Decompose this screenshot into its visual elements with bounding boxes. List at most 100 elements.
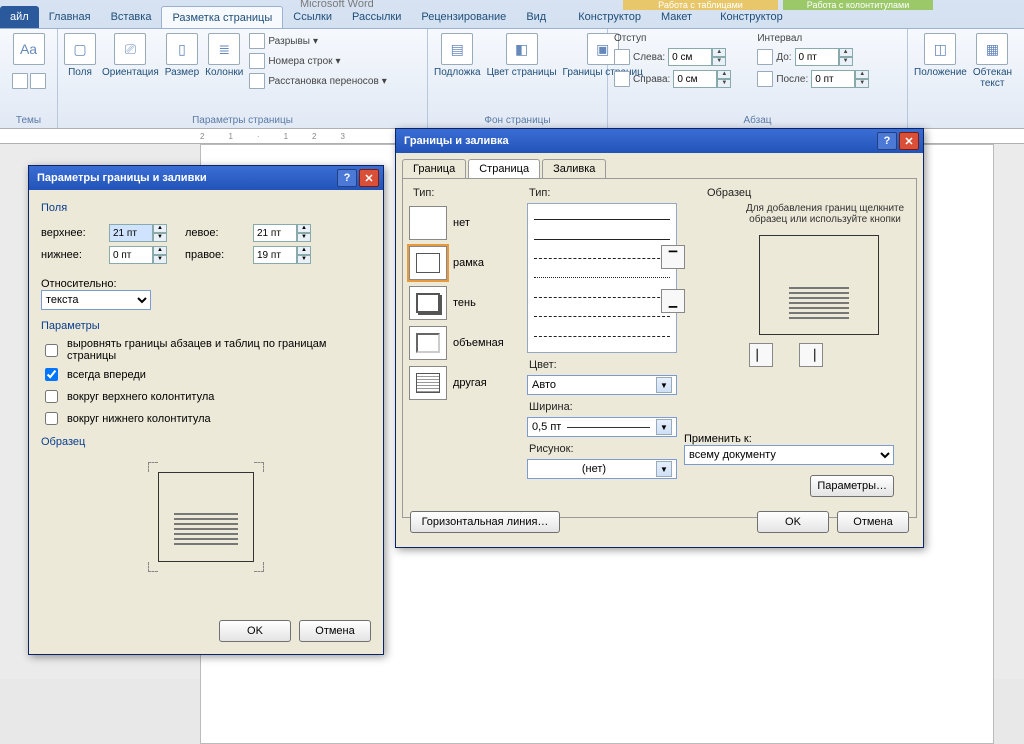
apply-select[interactable]: всему документу [684,445,894,465]
line-numbers-icon [249,53,265,69]
color-select[interactable]: Авто▼ [527,375,677,395]
tab-page-layout[interactable]: Разметка страницы [161,6,283,28]
preview-box[interactable] [759,235,879,335]
watermark-button[interactable]: ▤Подложка [434,33,481,78]
edge-left-button[interactable]: ▏ [749,343,773,367]
help-button[interactable]: ? [337,169,357,187]
ribbon: Microsoft Word Работа с таблицами Работа… [0,0,1024,128]
line-numbers-button[interactable]: Номера строк ▾ [249,53,386,69]
group-arrange: ◫Положение ▦Обтекантекст [908,29,1018,128]
wrap-icon: ▦ [976,33,1008,65]
position-icon: ◫ [924,33,956,65]
edge-top-button[interactable]: ▔ [661,245,685,269]
tab-table-layout[interactable]: Макет [651,6,702,28]
spacing-header: Интервал [757,33,869,44]
orientation-icon: ⎚ [114,33,146,65]
group-page-bg: ▤Подложка ◧Цвет страницы ▣Границы страни… [428,29,608,128]
indent-header: Отступ [614,33,731,44]
columns-button[interactable]: ≣Колонки [205,33,243,78]
hyphenation-icon [249,73,265,89]
preview-hint: Для добавления границ щелкните образец и… [740,203,910,225]
options-button[interactable]: Параметры… [810,475,894,497]
ribbon-tabs: айл Главная Вставка Разметка страницы Сс… [0,6,1024,28]
tab-mailings[interactable]: Рассылки [342,6,411,28]
width-header: Ширина: [529,401,691,413]
tab-insert[interactable]: Вставка [101,6,162,28]
type-none[interactable]: нет [405,203,515,243]
edge-right-button[interactable]: ▕ [799,343,823,367]
relative-select[interactable]: текста [41,290,151,310]
close-button[interactable]: ✕ [899,132,919,150]
edge-buttons-vertical: ▔ ▁ [661,245,685,313]
hyphenation-button[interactable]: Расстановка переносов ▾ [249,73,386,89]
themes-icon[interactable]: Aa [13,33,45,65]
dialog-borders-shading: Границы и заливка ? ✕ Граница Страница З… [395,128,924,548]
titlebar-options[interactable]: Параметры границы и заливки ? ✕ [29,166,383,190]
group-label-themes: Темы [6,115,51,126]
horizontal-line-button[interactable]: Горизонтальная линия… [410,511,560,533]
fields-header: Поля [41,202,371,214]
art-header: Рисунок: [529,443,691,455]
type-3d[interactable]: объемная [405,323,515,363]
close-button[interactable]: ✕ [359,169,379,187]
spacing-before-input[interactable]: ▲▼ [795,48,853,66]
position-button[interactable]: ◫Положение [914,33,967,78]
group-label-page-setup: Параметры страницы [64,115,421,126]
chk-align[interactable]: выровнять границы абзацев и таблиц по гр… [41,338,371,362]
art-select[interactable]: (нет)▼ [527,459,677,479]
style-header: Тип: [529,187,691,199]
type-header: Тип: [413,187,515,199]
tab-home[interactable]: Главная [39,6,101,28]
tab-review[interactable]: Рецензирование [411,6,516,28]
style-list[interactable] [527,203,677,353]
tab-shading[interactable]: Заливка [542,159,606,178]
preview-column: Образец Для добавления границ щелкните о… [699,181,910,367]
cancel-button[interactable]: Отмена [299,620,371,642]
dialog-panel: Тип: нет рамка тень объемная другая Тип:… [402,178,917,518]
titlebar-borders[interactable]: Границы и заливка ? ✕ [396,129,923,153]
chk-around-header[interactable]: вокруг верхнего колонтитула [41,387,371,406]
type-custom[interactable]: другая [405,363,515,403]
type-shadow[interactable]: тень [405,283,515,323]
orientation-button[interactable]: ⎚Ориентация [102,33,159,78]
type-box[interactable]: рамка [405,243,515,283]
help-button[interactable]: ? [877,132,897,150]
width-select[interactable]: 0,5 пт▼ [527,417,677,437]
indent-left-input[interactable]: ▲▼ [668,48,726,66]
chk-around-footer[interactable]: вокруг нижнего колонтитула [41,409,371,428]
group-label-paragraph: Абзац [614,115,901,126]
page-color-button[interactable]: ◧Цвет страницы [487,33,557,78]
ok-button[interactable]: OK [219,620,291,642]
margin-left-input[interactable]: ▲▼ [253,224,311,242]
indent-right-icon [614,71,630,87]
tab-view[interactable]: Вид [516,6,556,28]
theme-fonts-icon[interactable] [30,73,46,89]
margin-bottom-input[interactable]: ▲▼ [109,246,167,264]
relative-label: Относительно: [41,278,371,290]
tab-page[interactable]: Страница [468,159,540,178]
tab-table-design[interactable]: Конструктор [568,6,651,28]
chk-always-front[interactable]: всегда впереди [41,365,371,384]
tab-references[interactable]: Ссылки [283,6,342,28]
tab-file[interactable]: айл [0,6,39,28]
margin-top-input[interactable]: ▲▼ [109,224,167,242]
page-color-icon: ◧ [506,33,538,65]
ok-button[interactable]: OK [757,511,829,533]
size-button[interactable]: ▯Размер [165,33,199,78]
margins-button[interactable]: ▢Поля [64,33,96,78]
tab-hf-design[interactable]: Конструктор [710,6,793,28]
color-header: Цвет: [529,359,691,371]
preview-header: Образец [707,187,910,199]
edge-buttons-horizontal: ▏ ▕ [749,343,910,367]
cancel-button[interactable]: Отмена [837,511,909,533]
theme-colors-icon[interactable] [12,73,28,89]
edge-bottom-button[interactable]: ▁ [661,289,685,313]
wrap-text-button[interactable]: ▦Обтекантекст [973,33,1012,89]
breaks-button[interactable]: Разрывы ▾ [249,33,386,49]
spacing-after-input[interactable]: ▲▼ [811,70,869,88]
tab-border[interactable]: Граница [402,159,466,178]
watermark-icon: ▤ [441,33,473,65]
indent-right-input[interactable]: ▲▼ [673,70,731,88]
margin-right-input[interactable]: ▲▼ [253,246,311,264]
params-header: Параметры [41,320,371,332]
